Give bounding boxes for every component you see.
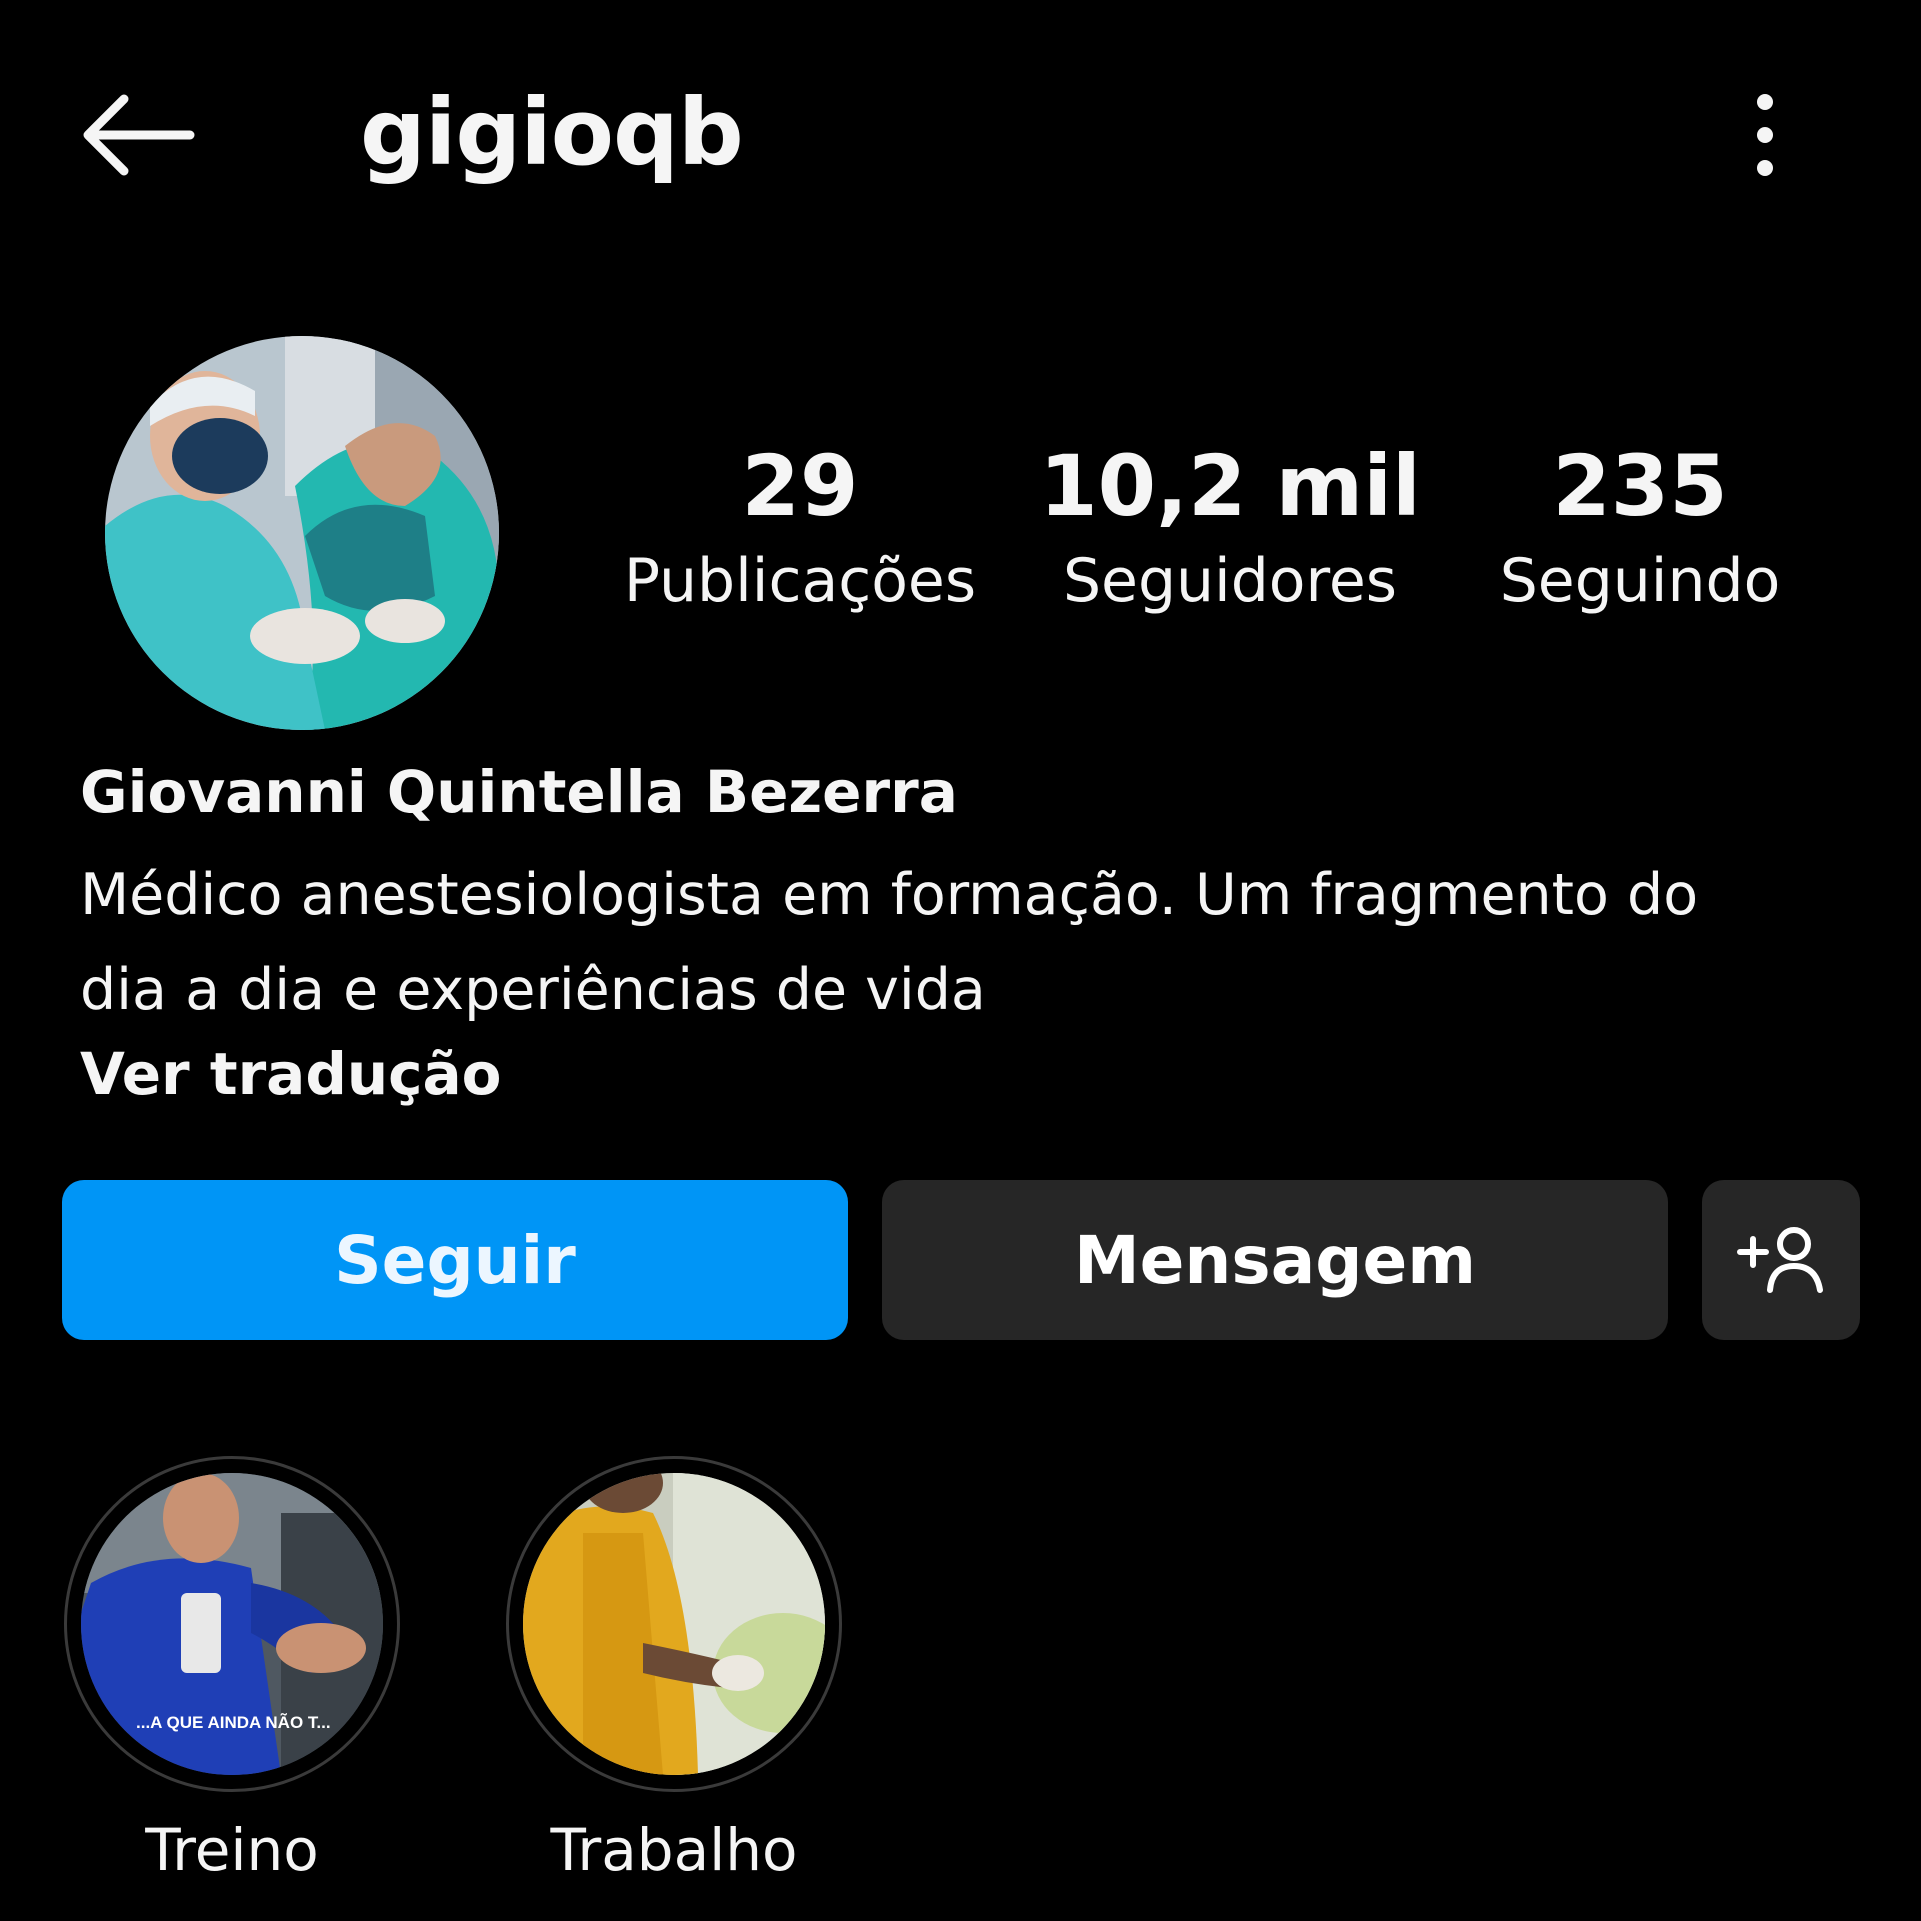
following-count: 235 <box>1552 437 1728 535</box>
see-translation-link[interactable]: Ver tradução <box>80 1040 502 1110</box>
stat-followers[interactable]: 10,2 mil Seguidores <box>1030 440 1430 620</box>
add-user-icon <box>1737 1227 1823 1293</box>
highlight-cover: ...A QUE AINDA NÃO T... <box>81 1473 383 1775</box>
suggested-users-button[interactable] <box>1702 1180 1860 1340</box>
back-button[interactable] <box>78 92 200 178</box>
message-button-label: Mensagem <box>1073 1221 1477 1299</box>
highlight-cover <box>523 1473 825 1775</box>
highlight-treino[interactable]: ...A QUE AINDA NÃO T... Treino <box>62 1456 402 1886</box>
profile-username: gigioqb <box>360 79 744 186</box>
posts-count: 29 <box>741 437 859 535</box>
highlight-trabalho[interactable]: Trabalho <box>504 1456 844 1886</box>
profile-avatar[interactable] <box>105 336 499 730</box>
highlight-label: Treino <box>145 1816 319 1884</box>
highlight-ring: ...A QUE AINDA NÃO T... <box>64 1456 400 1792</box>
stat-following[interactable]: 235 Seguindo <box>1440 440 1840 620</box>
followers-count: 10,2 mil <box>1039 437 1421 535</box>
following-label: Seguindo <box>1499 546 1781 617</box>
profile-bio: Médico anestesiologista em formação. Um … <box>80 862 1699 1023</box>
follow-button-label: Seguir <box>334 1221 576 1299</box>
followers-label: Seguidores <box>1062 546 1398 617</box>
posts-label: Publicações <box>623 546 977 617</box>
stat-posts[interactable]: 29 Publicações <box>600 440 1000 620</box>
highlight-overlay-text: ...A QUE AINDA NÃO T... <box>136 1712 331 1732</box>
profile-full-name: Giovanni Quintella Bezerra <box>80 758 958 826</box>
arrow-left-icon <box>83 94 195 176</box>
highlight-ring <box>506 1456 842 1792</box>
avatar-photo <box>105 336 499 730</box>
more-vertical-icon <box>1757 94 1773 176</box>
highlight-label: Trabalho <box>550 1816 798 1884</box>
more-options-button[interactable] <box>1740 90 1790 180</box>
message-button[interactable]: Mensagem <box>882 1180 1668 1340</box>
follow-button[interactable]: Seguir <box>62 1180 848 1340</box>
